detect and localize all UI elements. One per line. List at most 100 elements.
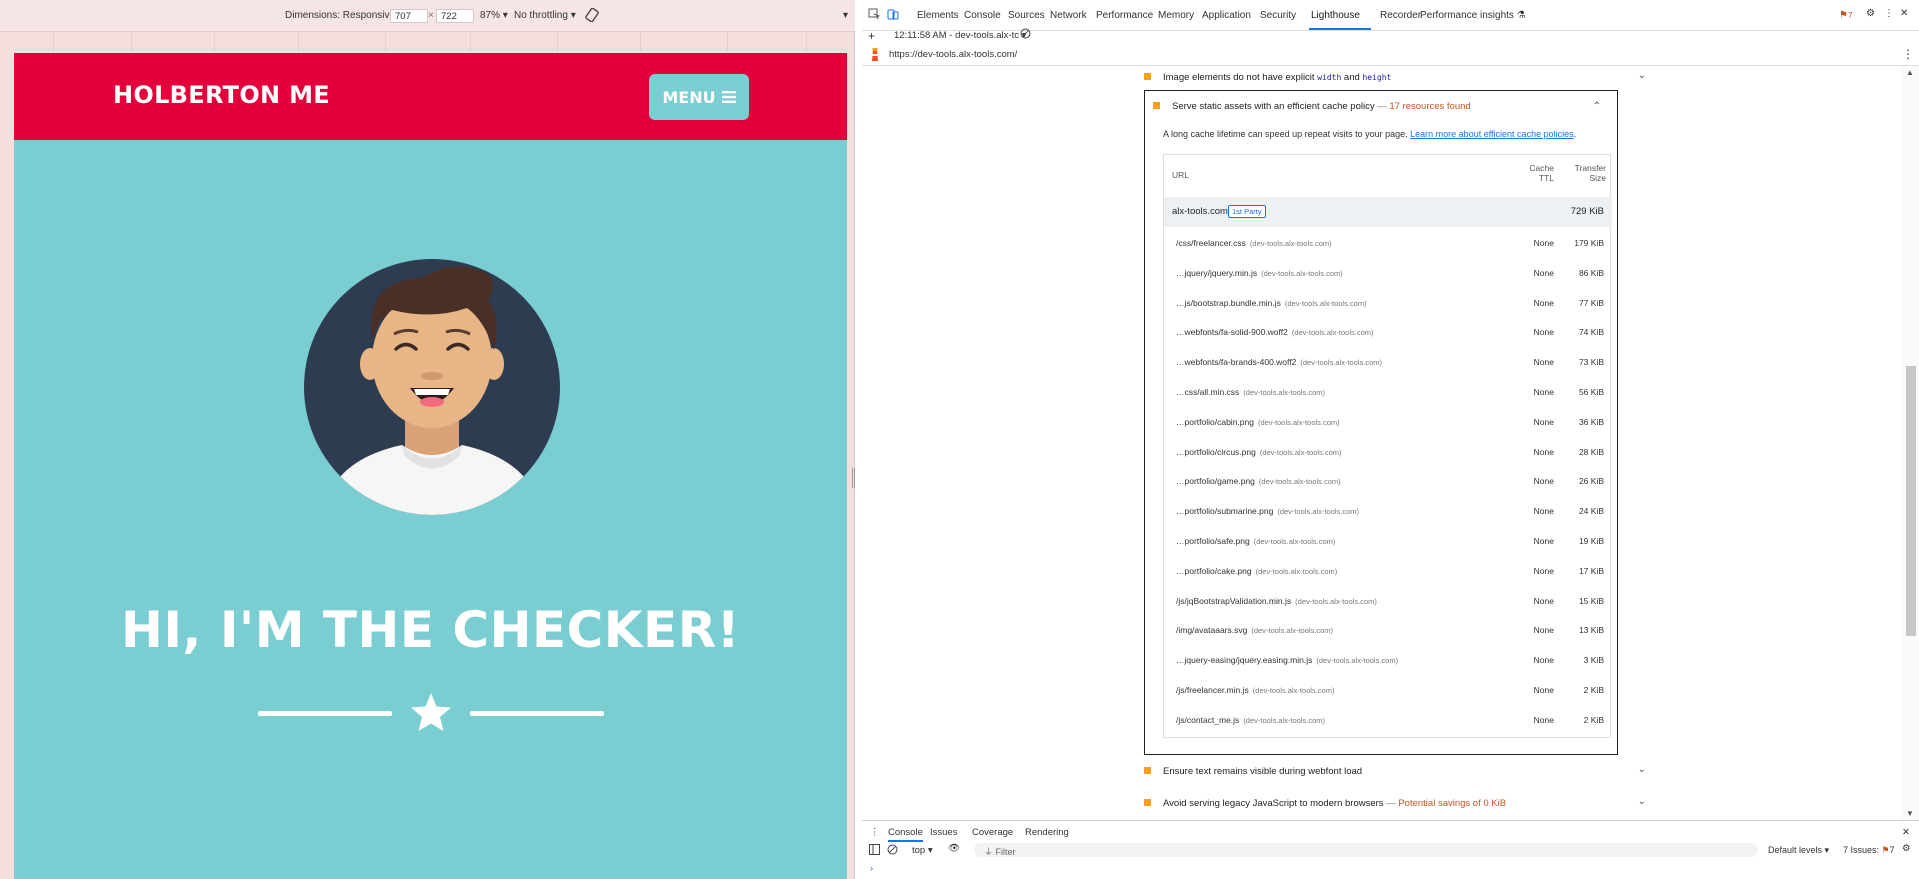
close-drawer-icon[interactable]: ✕ bbox=[1902, 827, 1910, 838]
resource-url[interactable]: …jquery-easing/jquery.easing.min.js (dev-… bbox=[1176, 655, 1398, 665]
tab-performance[interactable]: Performance bbox=[1096, 10, 1153, 21]
resource-url[interactable]: /js/freelancer.min.js (dev-tools.alx-tool… bbox=[1176, 685, 1334, 695]
table-row[interactable]: …jquery/jquery.min.js (dev-tools.alx-tool… bbox=[1164, 257, 1612, 287]
table-row[interactable]: …jquery-easing/jquery.easing.min.js (dev-… bbox=[1164, 644, 1612, 674]
tab-console[interactable]: Console bbox=[964, 10, 1001, 21]
resource-url[interactable]: …portfolio/safe.png (dev-tools.alx-tools.… bbox=[1176, 536, 1335, 546]
table-row[interactable]: …portfolio/circus.png (dev-tools.alx-tool… bbox=[1164, 436, 1612, 466]
scroll-up-arrow-icon[interactable]: ▲ bbox=[1906, 68, 1914, 77]
close-devtools-icon[interactable]: ✕ bbox=[1900, 8, 1908, 19]
tab-application[interactable]: Application bbox=[1202, 10, 1251, 21]
learn-more-link[interactable]: Learn more about efficient cache policie… bbox=[1410, 129, 1573, 139]
clear-block-icon[interactable] bbox=[1020, 28, 1031, 42]
issues-counter[interactable]: 7 Issues: ⚑7 bbox=[1843, 845, 1895, 856]
resource-url[interactable]: …webfonts/fa-brands-400.woff2 (dev-tools.… bbox=[1176, 357, 1382, 367]
resource-url[interactable]: /css/freelancer.css (dev-tools.alx-tools.… bbox=[1176, 238, 1332, 248]
tab-lighthouse[interactable]: Lighthouse bbox=[1311, 10, 1360, 21]
table-row[interactable]: /css/freelancer.css (dev-tools.alx-tools.… bbox=[1164, 227, 1612, 257]
clear-console-icon[interactable] bbox=[887, 844, 898, 858]
resource-url[interactable]: …jquery/jquery.min.js (dev-tools.alx-tool… bbox=[1176, 268, 1343, 278]
dimensions-dropdown[interactable]: Dimensions: Responsive ▾ bbox=[285, 10, 403, 21]
table-row[interactable]: …portfolio/cabin.png (dev-tools.alx-tools… bbox=[1164, 406, 1612, 436]
resource-url[interactable]: …portfolio/submarine.png (dev-tools.alx-t… bbox=[1176, 506, 1359, 516]
drawer-tab-rendering[interactable]: Rendering bbox=[1025, 827, 1069, 838]
audit-cache-title-text: Serve static assets with an efficient ca… bbox=[1172, 101, 1375, 112]
table-row[interactable]: /js/contact_me.js (dev-tools.alx-tools.co… bbox=[1164, 704, 1612, 734]
resource-url[interactable]: /img/avataaars.svg (dev-tools.alx-tools.c… bbox=[1176, 625, 1333, 635]
table-row[interactable]: …js/bootstrap.bundle.min.js (dev-tools.al… bbox=[1164, 287, 1612, 317]
resource-url[interactable]: …portfolio/cake.png (dev-tools.alx-tools.… bbox=[1176, 566, 1337, 576]
resource-cache-ttl: None bbox=[1533, 238, 1554, 248]
width-input[interactable]: 707 bbox=[390, 9, 428, 23]
customize-kebab-icon[interactable]: ⋮ bbox=[1884, 8, 1894, 19]
drawer-tab-console[interactable]: Console bbox=[888, 827, 923, 842]
settings-gear-icon[interactable]: ⚙ bbox=[1866, 8, 1875, 19]
resource-url[interactable]: …js/bootstrap.bundle.min.js (dev-tools.al… bbox=[1176, 298, 1367, 308]
device-toggle-icon[interactable] bbox=[887, 8, 899, 23]
report-time: 12:11:58 AM - dev-tools.alx-tc bbox=[894, 30, 1019, 41]
resource-url[interactable]: /js/contact_me.js (dev-tools.alx-tools.co… bbox=[1176, 715, 1325, 725]
issues-badge[interactable]: ⚑7 bbox=[1839, 10, 1852, 21]
tab-recorder[interactable]: Recorder bbox=[1380, 10, 1421, 21]
inspect-element-icon[interactable] bbox=[868, 8, 881, 23]
entity-domain: alx-tools.com bbox=[1172, 206, 1228, 217]
entity-group-row[interactable]: alx-tools.com 1st Party 729 KiB bbox=[1164, 197, 1612, 227]
table-row[interactable]: …portfolio/cake.png (dev-tools.alx-tools.… bbox=[1164, 555, 1612, 585]
zoom-dropdown[interactable]: 87% ▾ bbox=[480, 10, 508, 21]
tab-elements[interactable]: Elements bbox=[917, 10, 959, 21]
table-row[interactable]: …webfonts/fa-solid-900.woff2 (dev-tools.a… bbox=[1164, 316, 1612, 346]
report-url[interactable]: https://dev-tools.alx-tools.com/ bbox=[889, 49, 1017, 60]
height-input[interactable]: 722 bbox=[436, 9, 474, 23]
chevron-down-icon: ⌄ bbox=[1637, 796, 1646, 807]
table-row[interactable]: …css/all.min.css (dev-tools.alx-tools.com… bbox=[1164, 376, 1612, 406]
resize-handle[interactable] bbox=[852, 468, 855, 488]
tab-sources[interactable]: Sources bbox=[1008, 10, 1045, 21]
drawer-menu-kebab-icon[interactable]: ⋮ bbox=[870, 827, 880, 838]
sidebar-toggle-icon[interactable] bbox=[869, 844, 880, 858]
table-row[interactable]: /img/avataaars.svg (dev-tools.alx-tools.c… bbox=[1164, 614, 1612, 644]
console-filter-input[interactable]: ⏚ Filter bbox=[974, 843, 1758, 857]
hamburger-icon bbox=[721, 88, 736, 107]
throttling-dropdown[interactable]: No throttling ▾ bbox=[514, 10, 576, 21]
chevron-up-icon: ⌃ bbox=[1592, 101, 1601, 112]
scroll-down-arrow-icon[interactable]: ▼ bbox=[1906, 809, 1914, 818]
table-row[interactable]: /js/jqBootstrapValidation.min.js (dev-too… bbox=[1164, 585, 1612, 615]
resource-transfer-size: 86 KiB bbox=[1578, 267, 1604, 278]
resource-transfer-size: 13 KiB bbox=[1578, 625, 1604, 636]
site-brand[interactable]: HOLBERTON ME bbox=[113, 81, 330, 109]
table-row[interactable]: …portfolio/game.png (dev-tools.alx-tools.… bbox=[1164, 465, 1612, 495]
drawer-tab-coverage[interactable]: Coverage bbox=[972, 827, 1013, 838]
table-row[interactable]: …portfolio/safe.png (dev-tools.alx-tools.… bbox=[1164, 525, 1612, 555]
new-report-plus-icon[interactable]: + bbox=[868, 29, 875, 43]
device-toolbar-menu-caret-icon[interactable]: ▾ bbox=[843, 10, 848, 21]
tab-security[interactable]: Security bbox=[1260, 10, 1296, 21]
tab-memory[interactable]: Memory bbox=[1158, 10, 1194, 21]
report-scrollbar[interactable]: ▲ ▼ bbox=[1902, 66, 1919, 820]
menu-button[interactable]: MENU bbox=[649, 74, 749, 120]
drawer-tab-issues[interactable]: Issues bbox=[930, 827, 957, 838]
resource-url[interactable]: …css/all.min.css (dev-tools.alx-tools.com… bbox=[1176, 387, 1325, 397]
rotate-icon[interactable] bbox=[585, 7, 599, 25]
context-selector[interactable]: top ▾ bbox=[912, 845, 933, 856]
report-menu-kebab-icon[interactable]: ⋮ bbox=[1902, 47, 1914, 61]
table-row[interactable]: …portfolio/submarine.png (dev-tools.alx-t… bbox=[1164, 495, 1612, 525]
table-row[interactable]: /js/freelancer.min.js (dev-tools.alx-tool… bbox=[1164, 674, 1612, 704]
report-selector[interactable]: 12:11:58 AM - dev-tools.alx-tc ▾ bbox=[894, 30, 1026, 41]
resource-url[interactable]: /js/jqBootstrapValidation.min.js (dev-too… bbox=[1176, 596, 1377, 606]
console-settings-gear-icon[interactable]: ⚙ bbox=[1902, 843, 1911, 854]
tab-performance-insights[interactable]: Performance insights ⚗ bbox=[1420, 10, 1526, 21]
scrollbar-thumb[interactable] bbox=[1906, 366, 1916, 636]
issues-label: 7 Issues: bbox=[1843, 845, 1880, 855]
resource-url[interactable]: …portfolio/circus.png (dev-tools.alx-tool… bbox=[1176, 447, 1342, 457]
tab-network[interactable]: Network bbox=[1050, 10, 1087, 21]
log-levels-dropdown[interactable]: Default levels ▾ bbox=[1768, 845, 1829, 856]
resource-url[interactable]: …webfonts/fa-solid-900.woff2 (dev-tools.a… bbox=[1176, 327, 1374, 337]
warning-square-icon bbox=[1144, 799, 1151, 806]
resource-url[interactable]: …portfolio/cabin.png (dev-tools.alx-tools… bbox=[1176, 417, 1340, 427]
console-prompt[interactable]: › bbox=[870, 863, 873, 874]
resource-url[interactable]: …portfolio/game.png (dev-tools.alx-tools.… bbox=[1176, 476, 1341, 486]
resource-path: /img/avataaars.svg bbox=[1176, 625, 1248, 636]
live-expression-eye-icon[interactable]: 👁 bbox=[948, 843, 960, 854]
table-row[interactable]: …webfonts/fa-brands-400.woff2 (dev-tools.… bbox=[1164, 346, 1612, 376]
issues-count: 7 bbox=[1889, 845, 1895, 855]
